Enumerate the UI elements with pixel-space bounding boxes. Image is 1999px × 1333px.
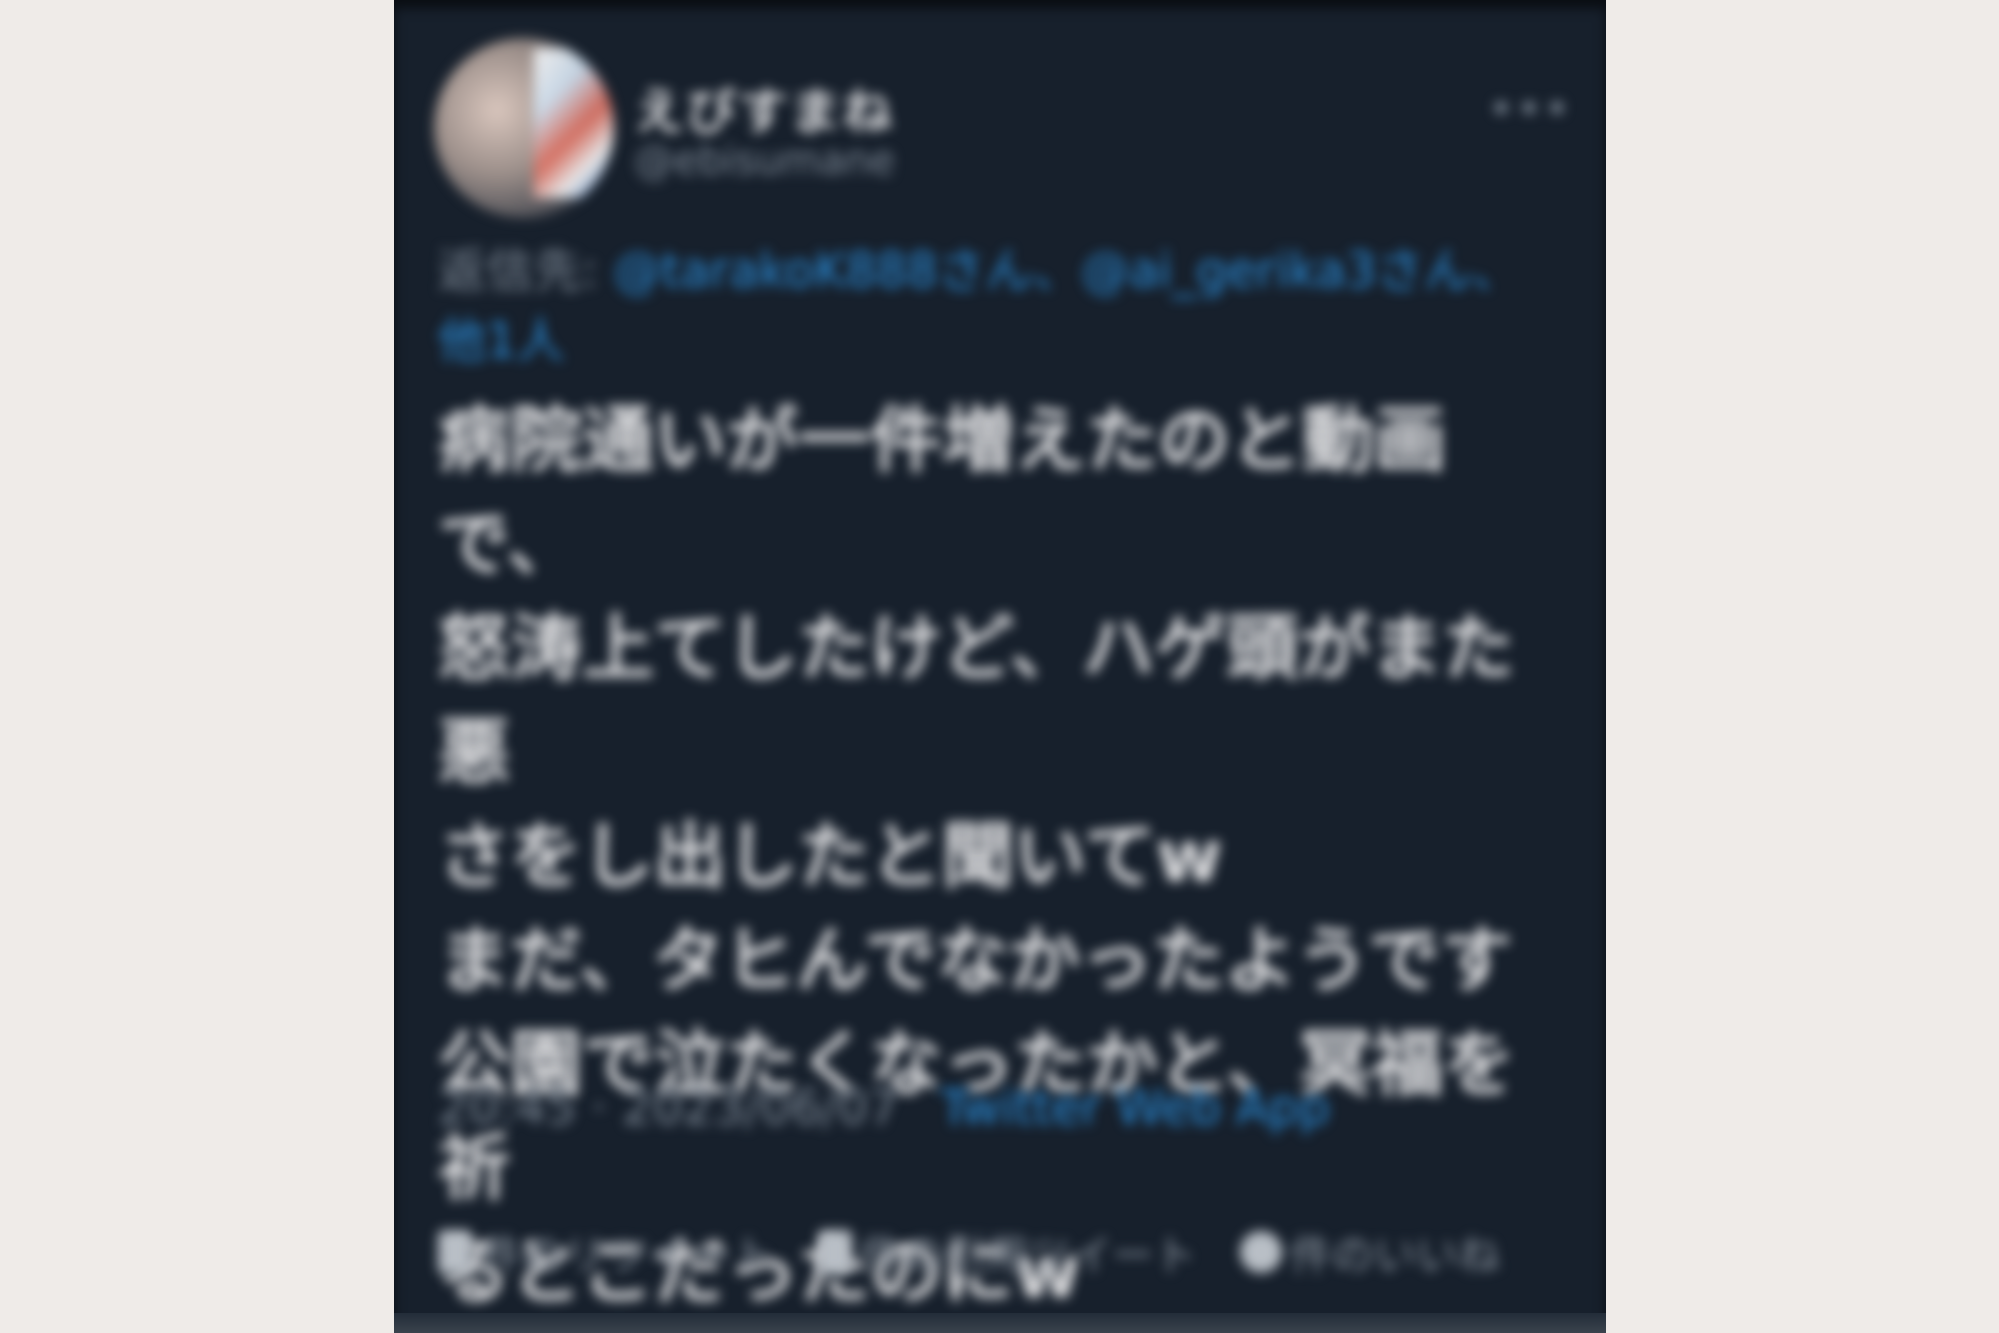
- display-name[interactable]: えびすまね: [634, 72, 894, 144]
- reply-to-line: 返信先: @tarakoK888さん、@ai_gerika3さん、他1人: [438, 236, 1568, 376]
- retweet-label: 件のリツイート: [480, 1230, 775, 1280]
- tweet-body: 病院通いが一件増えたのと動画で、 怒涛上てしたけど、ハゲ頭がまた悪 さをし出した…: [438, 398, 1516, 1314]
- source-app-link[interactable]: Twitter Web App: [940, 1080, 1330, 1136]
- user-handle[interactable]: @ebisumane: [634, 138, 895, 184]
- avatar-flag-graphic: [534, 48, 614, 198]
- reply-prefix: 返信先:: [438, 243, 599, 299]
- like-label: 件のいいね: [1290, 1230, 1501, 1280]
- reply-mentions-link[interactable]: @tarakoK888さん、@ai_gerika3さん、他1人: [438, 243, 1520, 369]
- tweet-card: えびすまね @ebisumane ••• 返信先: @tarakoK888さん、…: [394, 0, 1606, 1333]
- card-bottom-edge: [394, 1313, 1606, 1333]
- tweet-meta: 20:45 · 2023/06/07 Twitter Web App: [438, 1080, 1330, 1136]
- avatar[interactable]: [434, 38, 614, 218]
- like-count[interactable]: 件のいいね: [1240, 1222, 1500, 1283]
- more-dots-icon[interactable]: •••: [1488, 84, 1572, 135]
- tweet-stats: 件のリツイート 件の引用ツイート 件のいいね: [438, 1222, 1578, 1282]
- quote-label: 件の引用ツイート: [860, 1230, 1197, 1280]
- quote-count[interactable]: 件の引用ツイート: [818, 1222, 1196, 1283]
- tweet-timestamp[interactable]: 20:45 · 2023/06/07: [438, 1080, 899, 1136]
- retweet-icon: [438, 1230, 472, 1274]
- like-icon: [1240, 1231, 1283, 1273]
- retweet-count[interactable]: 件のリツイート: [438, 1222, 774, 1283]
- quote-icon: [818, 1230, 853, 1274]
